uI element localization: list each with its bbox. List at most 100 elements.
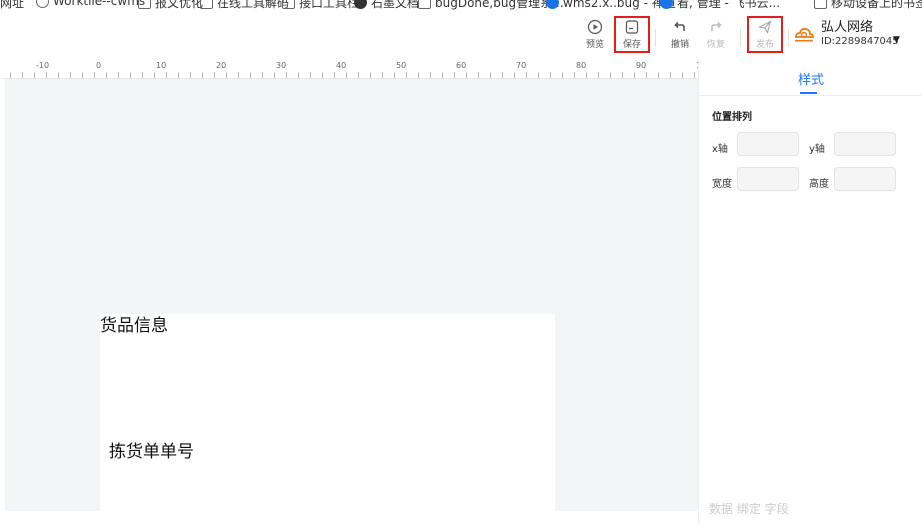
bookmark-label: 看, 管理 - 飞书云... — [677, 0, 781, 10]
bookmark-label: 接口工具栏 — [299, 0, 360, 10]
caret-down-icon[interactable]: ▼ — [893, 35, 900, 45]
play-circle-icon — [587, 19, 603, 35]
bookmark-item[interactable]: 报文优化 — [138, 0, 203, 11]
ruler-tick — [646, 72, 647, 78]
ruler-tick — [238, 72, 239, 78]
blue-dot-icon — [546, 0, 559, 9]
redo-icon — [711, 21, 722, 31]
toolbar-divider — [788, 29, 789, 47]
ruler-tick — [94, 72, 95, 78]
ruler-label: 60 — [456, 61, 467, 70]
ruler-tick — [106, 72, 107, 78]
ruler-tick — [538, 72, 539, 78]
ruler-tick — [574, 72, 575, 78]
toolbar-divider — [740, 29, 741, 47]
ruler-label: 0 — [96, 61, 102, 70]
ruler-tick — [454, 72, 455, 78]
user-id: ID:2289847045 — [821, 36, 899, 47]
panel-bottom-text: 数据 绑定 字段 — [709, 502, 789, 516]
ruler-tick — [382, 72, 383, 78]
bookmark-item[interactable]: wms2.x..bug - 禅道 — [546, 0, 676, 11]
ruler-tick — [670, 72, 671, 78]
publish-button[interactable]: 发布 — [747, 16, 783, 53]
section-title: 位置排列 — [712, 112, 752, 123]
bookmark-item[interactable]: 看, 管理 - 飞书云... — [660, 0, 780, 11]
brand-logo-icon — [795, 27, 814, 42]
bookmark-item[interactable]: Worktile--cwms — [36, 0, 145, 8]
user-account[interactable]: 弘人网络 ID:2289847045 — [793, 20, 899, 48]
blue-dot-icon — [660, 0, 673, 9]
ruler-tick — [34, 72, 35, 78]
user-name: 弘人网络 — [821, 20, 874, 35]
ruler-tick — [394, 72, 395, 78]
ruler-tick — [562, 72, 563, 78]
ruler-label: 30 — [276, 61, 287, 70]
ruler-tick — [226, 72, 227, 78]
ruler-tick — [418, 72, 419, 78]
save-button[interactable]: 保存 — [614, 16, 650, 53]
canvas-text-field[interactable]: 拣货单单号 — [109, 437, 194, 462]
ruler-tick — [622, 72, 623, 78]
redo-label: 恢复 — [706, 40, 725, 50]
height-input[interactable] — [834, 167, 896, 191]
undo-button[interactable]: 撤销 — [665, 19, 695, 50]
ruler-tick — [526, 72, 527, 78]
ruler-tick — [466, 72, 467, 78]
ruler-tick — [142, 72, 143, 78]
bookmark-item[interactable]: 石墨文档 — [354, 0, 419, 11]
bookmark-item[interactable]: 在线工具解码 — [200, 0, 289, 11]
send-icon — [757, 20, 772, 34]
save-icon — [625, 20, 639, 34]
save-label: 保存 — [622, 40, 641, 50]
ruler-tick — [10, 72, 11, 78]
label-paper[interactable] — [100, 314, 555, 511]
bookmark-label: 石墨文档 — [371, 0, 420, 10]
tab-style[interactable]: 样式 — [798, 69, 824, 88]
bookmark-item[interactable]: 接口工具栏 — [282, 0, 359, 11]
canvas-text-title[interactable]: 货品信息 — [100, 311, 168, 336]
ruler-tick — [682, 72, 683, 78]
y-axis-input[interactable] — [834, 132, 896, 156]
ruler-tick — [118, 72, 119, 78]
ruler-tick — [178, 72, 179, 78]
ruler-tick — [610, 72, 611, 78]
ruler-tick — [694, 72, 695, 78]
ruler-tick — [334, 72, 335, 78]
bookmark-item[interactable]: bugDone,bug管理系... — [418, 0, 564, 11]
bookmark-label: 移动设备上的书签 — [831, 0, 922, 10]
toolbar-divider — [655, 29, 656, 47]
bookmarks-bar: 网址 Worktile--cwms 报文优化 在线工具解码 接口工具栏 石墨文档… — [0, 0, 922, 12]
folder-icon — [282, 0, 295, 9]
preview-button[interactable]: 预览 — [580, 19, 610, 50]
editor-toolbar: 预览 保存 撤销 恢复 发布 弘人网络 ID:2289847045 ▼ — [0, 13, 922, 61]
bookmark-label: wms2.x..bug - 禅道 — [563, 0, 676, 10]
publish-label: 发布 — [755, 40, 774, 50]
ruler-tick — [274, 72, 275, 78]
ruler-tick — [298, 72, 299, 78]
width-input[interactable] — [737, 167, 799, 191]
divider — [699, 95, 922, 96]
redo-button[interactable]: 恢复 — [701, 19, 731, 50]
ruler-tick — [658, 72, 659, 78]
bookmark-item[interactable]: 移动设备上的书签 — [814, 0, 922, 11]
ruler-tick — [490, 72, 491, 78]
bookmark-label: 网址 — [0, 0, 25, 10]
ruler-label: 10 — [156, 61, 167, 70]
ruler-label: 80 — [576, 61, 587, 70]
ruler-tick — [478, 72, 479, 78]
height-label: 高度 — [809, 179, 829, 190]
ruler-label: 50 — [396, 61, 407, 70]
ruler-tick — [190, 72, 191, 78]
ruler-tick — [430, 72, 431, 78]
ruler-tick — [22, 72, 23, 78]
ruler-tick — [214, 72, 215, 78]
x-axis-input[interactable] — [737, 132, 799, 156]
ruler-tick — [586, 72, 587, 78]
ruler-label: 70 — [516, 61, 527, 70]
logo-icon — [418, 0, 431, 9]
ruler-tick — [370, 72, 371, 78]
ruler-tick — [550, 72, 551, 78]
ruler-tick — [406, 72, 407, 78]
ruler-tick — [250, 72, 251, 78]
bookmark-item[interactable]: 网址 — [0, 0, 24, 11]
